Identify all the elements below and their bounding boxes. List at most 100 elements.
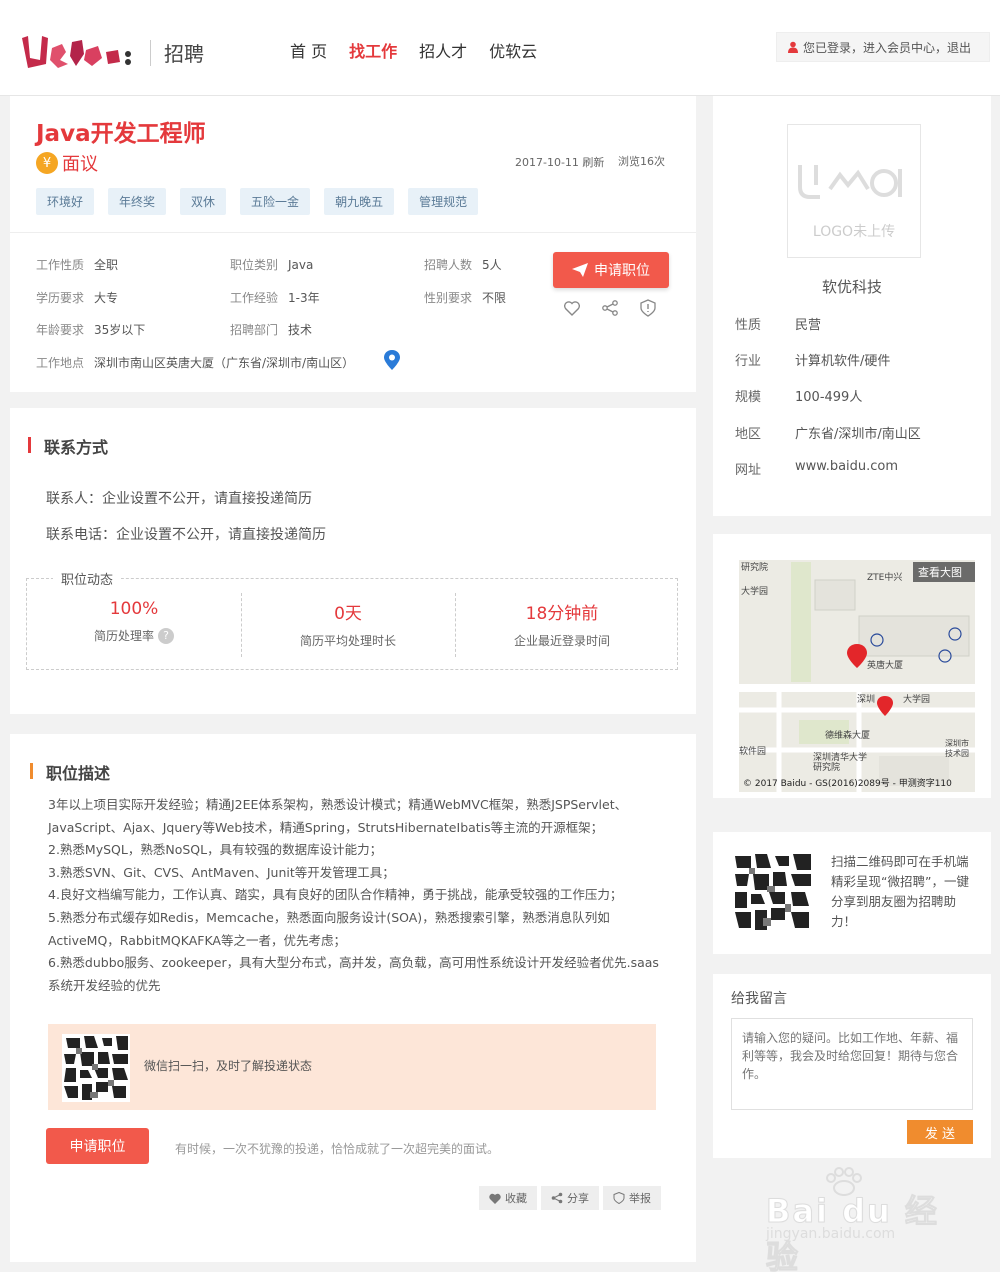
report-button[interactable]: 举报	[603, 1186, 661, 1210]
benefit-tag: 年终奖	[108, 188, 167, 215]
view-count: 浏览16次	[618, 155, 665, 168]
stat-label: 简历处理率	[93, 629, 154, 643]
site-logo[interactable]	[18, 30, 138, 74]
baidu-jingyan-watermark: Bai du 经验 jingyan.baidu.com	[766, 1167, 966, 1272]
heart-icon[interactable]	[563, 299, 581, 317]
field-value: Java	[288, 258, 314, 272]
user-status-bar[interactable]: 您已登录，进入会员中心，退出	[776, 32, 990, 62]
send-plane-icon	[572, 263, 588, 277]
stat-resume-rate: 100% 简历处理率?	[27, 599, 241, 644]
field-age: 年龄要求 35岁以下	[36, 321, 145, 338]
help-icon[interactable]: ?	[158, 627, 174, 644]
contact-person: 联系人：企业设置不公开，请直接投递简历	[46, 491, 312, 507]
field-label: 工作经验	[230, 291, 279, 305]
map-label: 英唐大厦	[867, 659, 903, 671]
message-title: 给我留言	[731, 991, 787, 1007]
company-value: 民营	[795, 318, 822, 333]
benefit-tags: 环境好 年终奖 双休 五险一金 朝九晚五 管理规范	[36, 188, 479, 215]
map-pin-icon[interactable]	[384, 350, 400, 370]
share-icon[interactable]	[601, 299, 619, 317]
map-copyright: © 2017 Baidu - GS(2016)2089号 - 甲测资字110	[743, 777, 952, 789]
field-value: 技术	[288, 323, 313, 337]
salary: ¥ 面议	[36, 150, 98, 176]
apply-job-button-bottom[interactable]: 申请职位	[46, 1128, 149, 1164]
company-key: 规模	[735, 390, 762, 405]
field-label: 工作性质	[36, 258, 85, 272]
nav-yourun-cloud[interactable]: 优软云	[489, 38, 537, 62]
field-label: 工作地点	[36, 356, 85, 370]
field-headcount: 招聘人数 5人	[424, 256, 502, 273]
report-label: 举报	[629, 1192, 651, 1205]
view-large-map-button[interactable]: 查看大图	[918, 565, 962, 579]
stat-value: 100%	[109, 599, 159, 619]
company-key: 地区	[735, 427, 762, 442]
location-map[interactable]: 研究院 大学园 ZTE中兴 英唐大厦 深圳 大学园 德维森大厦 深圳市 技术园 …	[739, 560, 975, 792]
benefit-tag: 管理规范	[408, 188, 479, 215]
field-education: 学历要求 大专	[36, 289, 118, 306]
divider	[10, 232, 696, 233]
stat-last-login: 18分钟前 企业最近登录时间	[455, 599, 669, 649]
stat-label-wrap: 简历处理率?	[27, 627, 241, 644]
heart-icon	[489, 1193, 501, 1204]
stat-label: 企业最近登录时间	[513, 634, 610, 648]
logo-text: 招聘	[164, 42, 204, 66]
map-label: 大学园	[903, 693, 930, 705]
shield-icon	[613, 1192, 625, 1204]
company-row-size: 规模 100-499人	[735, 386, 862, 405]
field-job-category: 职位类别 Java	[230, 256, 313, 273]
company-name[interactable]: 软优科技	[713, 276, 991, 297]
nav-home[interactable]: 首 页	[290, 38, 327, 62]
map-label: 德维森大厦	[825, 729, 870, 741]
field-department: 招聘部门 技术	[230, 321, 312, 338]
nav-find-talent[interactable]: 招人才	[419, 38, 467, 62]
company-row-nature: 性质 民营	[735, 314, 821, 333]
field-label: 招聘人数	[424, 258, 473, 272]
company-logo-icon	[798, 165, 902, 199]
company-card: LOGO未上传 软优科技 性质 民营 行业 计算机软件/硬件 规模 100-499人 …	[713, 96, 991, 516]
field-label: 年龄要求	[36, 323, 85, 337]
main-nav: 首 页 找工作 招人才 优软云	[290, 38, 537, 62]
company-value: 广东省/深圳市/南山区	[795, 427, 921, 442]
salary-value: 面议	[62, 154, 98, 175]
benefit-tag: 双休	[180, 188, 227, 215]
report-shield-icon[interactable]	[639, 299, 657, 317]
logo-placeholder-text: LOGO未上传	[812, 224, 896, 240]
favorite-button[interactable]: 收藏	[479, 1186, 537, 1210]
benefit-tag: 朝九晚五	[324, 188, 395, 215]
company-key: 性质	[735, 318, 762, 333]
user-status-text[interactable]: 您已登录，进入会员中心，退出	[803, 39, 971, 56]
watermark-url: jingyan.baidu.com	[766, 1226, 896, 1242]
apply-tip: 有时候，一次不犹豫的投递，恰恰成就了一次超完美的面试。	[175, 1142, 500, 1156]
apply-job-button[interactable]: 申请职位	[553, 252, 669, 288]
stat-label: 简历平均处理时长	[299, 634, 396, 648]
company-value: 100-499人	[795, 390, 863, 405]
site-header: 招聘 首 页 找工作 招人才 优软云 您已登录，进入会员中心，退出	[0, 0, 1000, 96]
mobile-qr-text: 扫描二维码即可在手机端精彩呈现“微招聘”，一键分享到朋友圈为招聘助力！	[831, 854, 969, 929]
section-title-description: 职位描述	[30, 760, 110, 784]
field-job-type: 工作性质 全职	[36, 256, 118, 273]
field-label: 学历要求	[36, 291, 85, 305]
field-value: 5人	[482, 258, 502, 272]
share-icon	[551, 1192, 563, 1204]
job-detail-page: 招聘 首 页 找工作 招人才 优软云 您已登录，进入会员中心，退出 Java开发…	[0, 0, 1000, 1272]
nav-find-job[interactable]: 找工作	[349, 38, 397, 62]
job-dynamics-box: 职位动态 100% 简历处理率? 0天 简历平均处理时长 18分钟前 企业最近登…	[26, 569, 678, 670]
job-action-bar: 收藏 分享 举报	[479, 1186, 661, 1210]
share-button[interactable]: 分享	[541, 1186, 599, 1210]
send-message-button[interactable]: 发 送	[907, 1120, 973, 1144]
map-label: 深圳市	[945, 738, 969, 748]
field-label: 招聘部门	[230, 323, 279, 337]
map-label: 研究院	[741, 561, 768, 573]
company-value[interactable]: www.baidu.com	[795, 459, 898, 478]
apply-label: 申请职位	[594, 263, 650, 279]
favorite-label: 收藏	[505, 1192, 527, 1205]
field-gender: 性别要求 不限	[424, 289, 506, 306]
message-input[interactable]	[731, 1018, 973, 1110]
company-row-industry: 行业 计算机软件/硬件	[735, 350, 890, 369]
logo-divider	[150, 40, 151, 66]
section-title-contact: 联系方式	[28, 434, 108, 458]
refresh-date: 2017-10-11 刷新	[515, 156, 605, 169]
wechat-scan-box: 微信扫一扫，及时了解投递状态	[48, 1024, 656, 1110]
mobile-qr-code	[733, 852, 813, 932]
company-logo-placeholder: LOGO未上传	[787, 124, 921, 258]
